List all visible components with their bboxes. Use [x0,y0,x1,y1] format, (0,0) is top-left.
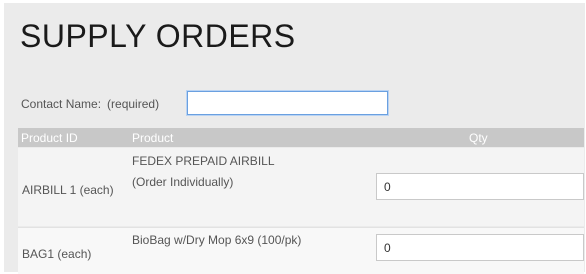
column-header-product-id: Product ID [21,131,78,145]
table-row: BAG1 (each) BioBag w/Dry Mop 6x9 (100/pk… [18,227,584,274]
product-name-cell: FEDEX PREPAID AIRBILL (Order Individuall… [132,154,275,189]
supply-orders-panel: SUPPLY ORDERS Contact Name: (required) Pr… [4,3,585,274]
contact-name-label: Contact Name: (required) [21,97,159,111]
product-id-cell: BAG1 (each) [22,247,92,261]
table-row: AIRBILL 1 (each) FEDEX PREPAID AIRBILL (… [18,148,584,226]
contact-name-input[interactable] [186,90,389,116]
page-title: SUPPLY ORDERS [20,18,296,54]
contact-name-label-text: Contact Name: [21,97,102,111]
column-header-product: Product [132,131,174,145]
qty-input[interactable] [376,173,584,200]
column-header-qty: Qty [469,131,488,145]
qty-input[interactable] [376,234,584,261]
product-name-cell: BioBag w/Dry Mop 6x9 (100/pk) [132,233,302,247]
table-header: Product ID Product Qty [18,128,584,147]
product-id-cell: AIRBILL 1 (each) [22,183,114,197]
required-hint: (required) [107,97,160,111]
